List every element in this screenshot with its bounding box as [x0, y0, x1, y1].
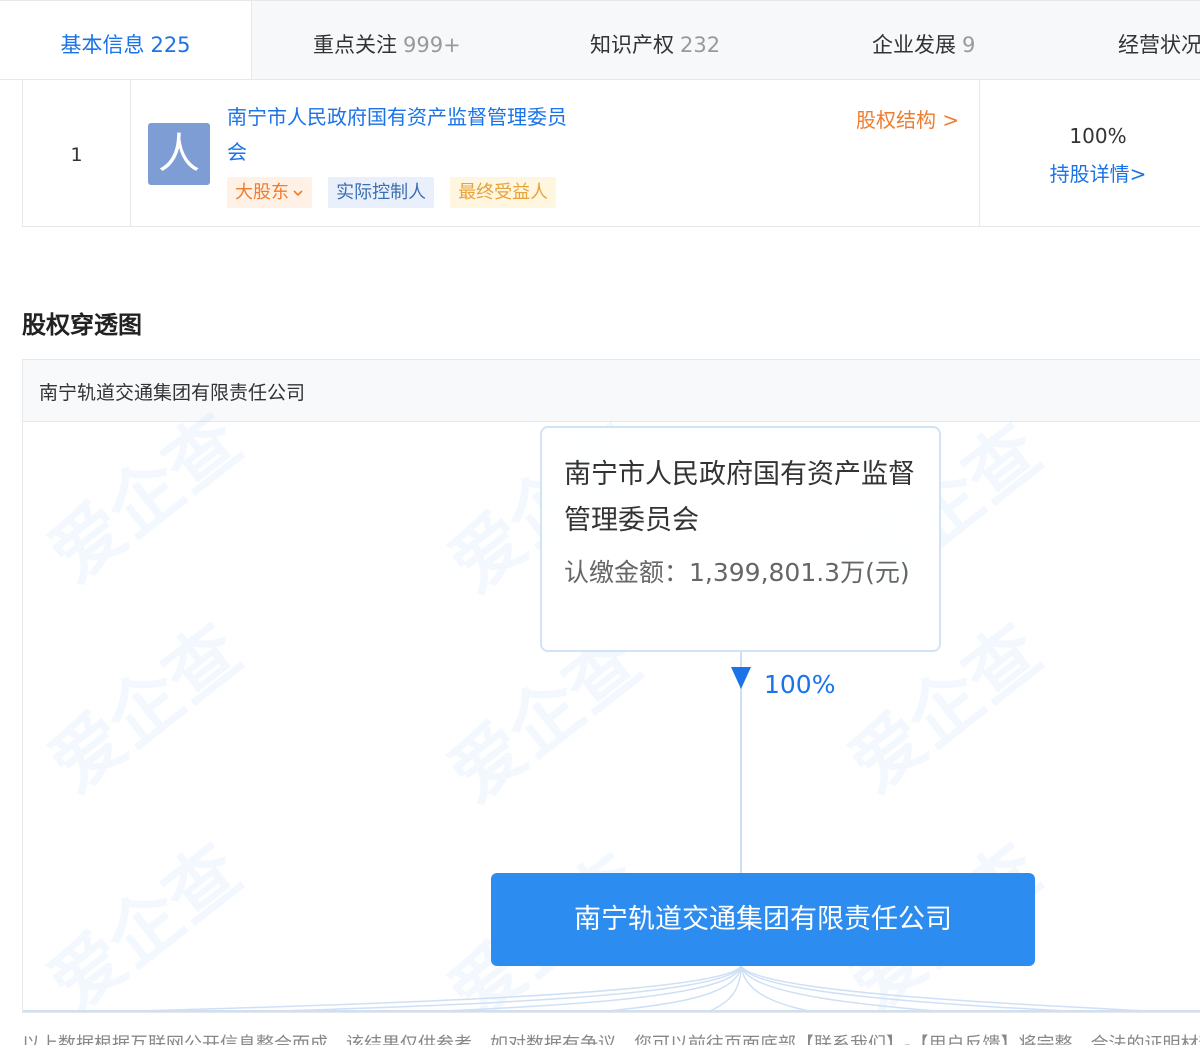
holding-percent: 100%: [1069, 124, 1127, 148]
watermark: 爱企查: [34, 608, 256, 808]
tab-label: 知识产权: [590, 33, 674, 57]
tag-list: 大股东 实际控制人 最终受益人: [227, 177, 567, 209]
shareholder-node[interactable]: 南宁市人民政府国有资产监督管理委员会 认缴金额：1,399,801.3万(元): [540, 426, 941, 652]
shareholder-row: 1 人 南宁市人民政府国有资产监督管理委员会 股权结构 > 大股东 实际控制人 …: [22, 80, 1200, 227]
equity-penetration-panel: 南宁轨道交通集团有限责任公司 爱企查 爱企查 爱企查 爱企查 爱企查 爱企查 爱…: [22, 359, 1200, 1013]
tab-count: 9: [962, 33, 976, 57]
branch-lines: [23, 966, 1200, 1012]
disclaimer-text: 以上数据根据互联网公开信息整合而成，该结果仅供参考，如对数据有争议，您可以前往页…: [22, 1034, 1200, 1045]
actual-controller-tag: 实际控制人: [328, 177, 435, 208]
holding-column: 100% 持股详情>: [979, 80, 1200, 226]
tab-count: 232: [680, 33, 721, 57]
tab-intellectual-property[interactable]: 知识产权 232: [590, 1, 721, 79]
tab-label: 企业发展: [872, 33, 956, 57]
holding-detail-link[interactable]: 持股详情>: [980, 158, 1200, 187]
ultimate-beneficiary-tag: 最终受益人: [450, 177, 557, 208]
tab-label: 重点关注: [313, 33, 397, 57]
major-shareholder-tag[interactable]: 大股东: [227, 177, 312, 208]
subscribed-amount: 认缴金额：1,399,801.3万(元): [564, 558, 910, 587]
row-index: 1: [23, 80, 131, 226]
company-node[interactable]: 南宁轨道交通集团有限责任公司: [491, 873, 1035, 966]
tab-label: 基本信息: [60, 33, 145, 57]
avatar: 人: [148, 123, 210, 185]
shareholder-name-link[interactable]: 南宁市人民政府国有资产监督管理委员会: [227, 100, 577, 170]
tab-bar: 基本信息 225 重点关注 999+ 知识产权 232 企业发展 9 经营状况: [0, 0, 1200, 80]
tab-key-attention[interactable]: 重点关注 999+: [313, 1, 461, 79]
panel-header: 南宁轨道交通集团有限责任公司: [23, 360, 1200, 422]
tab-operating-status[interactable]: 经营状况: [1118, 1, 1200, 79]
tab-count: 999+: [403, 33, 461, 57]
section-title: 股权穿透图: [22, 311, 142, 339]
tag-label: 大股东: [235, 182, 289, 203]
tab-label: 经营状况: [1118, 33, 1200, 57]
tab-enterprise-development[interactable]: 企业发展 9: [872, 1, 976, 79]
equity-structure-link[interactable]: 股权结构 >: [856, 104, 959, 133]
chevron-down-icon: [293, 190, 303, 197]
panel-header-company: 南宁轨道交通集团有限责任公司: [39, 382, 306, 404]
shareholder-node-name: 南宁市人民政府国有资产监督管理委员会: [564, 459, 915, 536]
edge-percent: 100%: [764, 670, 836, 699]
arrow-down-icon: [731, 667, 751, 689]
tab-basic-info[interactable]: 基本信息 225: [0, 1, 252, 79]
tab-count: 225: [150, 33, 191, 57]
